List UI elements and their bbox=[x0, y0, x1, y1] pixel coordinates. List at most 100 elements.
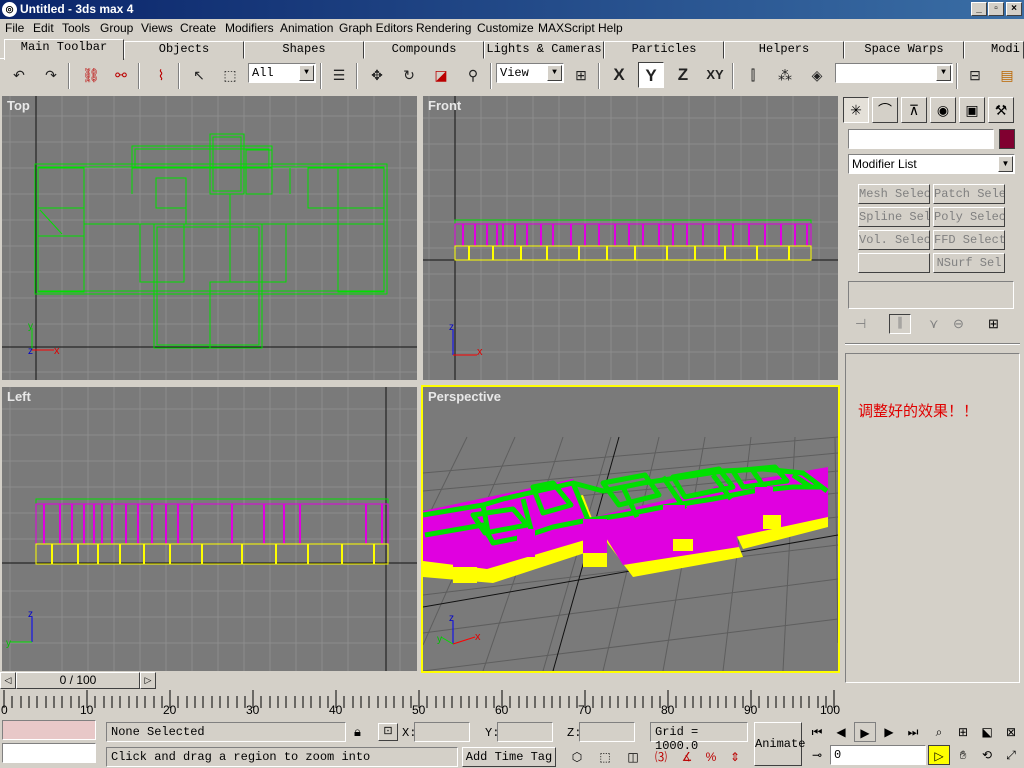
restore-button[interactable]: ▫ bbox=[988, 2, 1004, 16]
close-button[interactable]: × bbox=[1006, 2, 1022, 16]
menu-animation[interactable]: Animation bbox=[280, 21, 333, 35]
pin-stack-icon[interactable]: ⊣ bbox=[855, 316, 866, 332]
schematic-view-icon[interactable]: ▤ bbox=[994, 62, 1020, 88]
configure-modifier-sets-icon[interactable]: ⊞ bbox=[988, 316, 999, 332]
select-and-rotate-icon[interactable]: ↻ bbox=[396, 62, 422, 88]
mirror-icon[interactable]: ⫿ bbox=[740, 62, 766, 88]
tab-main-toolbar[interactable]: Main Toolbar bbox=[4, 39, 124, 60]
go-to-start-icon[interactable]: ⏮︎ bbox=[806, 722, 828, 742]
spinner-snap-icon[interactable]: ⇕ bbox=[724, 747, 746, 767]
time-prev-arrow-icon[interactable]: ◁ bbox=[0, 672, 16, 689]
menu-file[interactable]: File bbox=[5, 21, 24, 35]
unlink-selection-icon[interactable]: ⚯ bbox=[108, 62, 134, 88]
display-panel-icon[interactable]: ▣ bbox=[959, 97, 985, 123]
track-bar[interactable]: 0 10 20 30 40 50 60 70 80 90 100 bbox=[0, 690, 840, 718]
viewport-label-perspective[interactable]: Perspective bbox=[428, 389, 501, 404]
hierarchy-panel-icon[interactable]: ⊼ bbox=[901, 97, 927, 123]
create-panel-icon[interactable]: ✳ bbox=[843, 97, 869, 123]
tab-lights-cameras[interactable]: Lights & Cameras bbox=[484, 41, 604, 59]
patch-select-button[interactable]: Patch Select bbox=[933, 184, 1005, 204]
empty-modifier-button[interactable] bbox=[858, 253, 930, 273]
absolute-relative-toggle-icon[interactable]: ⊡ bbox=[378, 723, 398, 741]
named-selection-dropdown[interactable]: ▼ bbox=[835, 63, 953, 83]
y-coord-field[interactable] bbox=[497, 722, 553, 742]
min-max-toggle-icon[interactable]: ⤢ bbox=[1000, 745, 1022, 765]
zoom-extents-icon[interactable]: ⬕ bbox=[976, 722, 998, 742]
undo-icon[interactable]: ↶ bbox=[6, 62, 32, 88]
viewport-front[interactable]: z x Front bbox=[421, 94, 840, 382]
modifier-list-dropdown[interactable]: Modifier List ▼ bbox=[848, 154, 1015, 174]
utilities-panel-icon[interactable]: ⚒ bbox=[988, 97, 1014, 123]
zoom-extents-all-icon[interactable]: ⊠ bbox=[1000, 722, 1022, 742]
time-next-arrow-icon[interactable]: ▷ bbox=[140, 672, 156, 689]
tab-modifiers[interactable]: Modi bbox=[964, 41, 1024, 59]
array-icon[interactable]: ⁂ bbox=[772, 62, 798, 88]
menu-group[interactable]: Group bbox=[100, 21, 133, 35]
selection-region-icon[interactable]: ⬚ bbox=[217, 62, 243, 88]
menu-customize[interactable]: Customize bbox=[477, 21, 534, 35]
viewport-perspective[interactable]: z y x Perspective bbox=[421, 385, 840, 673]
menu-edit[interactable]: Edit bbox=[33, 21, 54, 35]
viewport-label-front[interactable]: Front bbox=[428, 98, 461, 113]
snaps-toggle-icon[interactable]: ⑶ bbox=[650, 747, 672, 767]
pan-icon[interactable]: ✋︎ bbox=[952, 745, 974, 765]
next-frame-icon[interactable]: ▶ bbox=[878, 722, 900, 742]
minimize-button[interactable]: _ bbox=[971, 2, 987, 16]
restrict-y-button[interactable]: Y bbox=[638, 62, 664, 88]
tab-particles[interactable]: Particles bbox=[604, 41, 724, 59]
make-unique-icon[interactable]: ⋎ bbox=[929, 316, 939, 332]
show-end-result-icon[interactable]: ∥ bbox=[889, 314, 911, 334]
reference-coordinate-dropdown[interactable]: View ▼ bbox=[496, 63, 564, 83]
x-coord-field[interactable] bbox=[414, 722, 470, 742]
viewport-left[interactable]: z y Left bbox=[0, 385, 419, 673]
restrict-x-button[interactable]: X bbox=[606, 62, 632, 88]
object-name-field[interactable] bbox=[848, 129, 994, 149]
app-icon[interactable]: ◎ bbox=[2, 2, 17, 17]
object-color-swatch[interactable] bbox=[999, 129, 1015, 149]
tab-compounds[interactable]: Compounds bbox=[364, 41, 484, 59]
menu-rendering[interactable]: Rendering bbox=[416, 21, 471, 35]
animate-button[interactable]: Animate bbox=[754, 722, 805, 766]
percent-snap-icon[interactable]: % bbox=[700, 747, 722, 767]
viewport-top[interactable]: y z x Top bbox=[0, 94, 419, 382]
z-coord-field[interactable] bbox=[579, 722, 635, 742]
degradation-override-icon[interactable]: ⬚ bbox=[594, 747, 616, 767]
select-and-manipulate-icon[interactable]: ⚲ bbox=[460, 62, 486, 88]
nsurf-sel-button[interactable]: NSurf Sel bbox=[933, 253, 1005, 273]
restrict-z-button[interactable]: Z bbox=[670, 62, 696, 88]
select-and-move-icon[interactable]: ✥ bbox=[364, 62, 390, 88]
zoom-icon[interactable]: ⌕ bbox=[928, 722, 950, 742]
menu-maxscript[interactable]: MAXScript bbox=[538, 21, 595, 35]
select-and-link-icon[interactable]: ⛓ bbox=[78, 62, 104, 88]
modifier-stack-box[interactable] bbox=[848, 281, 1014, 309]
zoom-all-icon[interactable]: ⊞ bbox=[952, 722, 974, 742]
menu-tools[interactable]: Tools bbox=[62, 21, 90, 35]
redo-icon[interactable]: ↷ bbox=[38, 62, 64, 88]
menu-help[interactable]: Help bbox=[598, 21, 623, 35]
add-time-tag-button[interactable]: Add Time Tag bbox=[462, 747, 556, 767]
maxscript-listener-mini[interactable] bbox=[2, 720, 96, 740]
menu-create[interactable]: Create bbox=[180, 21, 216, 35]
go-to-end-icon[interactable]: ⏭︎ bbox=[902, 722, 924, 742]
ffd-select-button[interactable]: FFD Select bbox=[933, 230, 1005, 250]
spline-select-button[interactable]: Spline Select bbox=[858, 207, 930, 227]
viewport-label-top[interactable]: Top bbox=[7, 98, 30, 113]
modify-panel-icon[interactable]: ⌒ bbox=[872, 97, 898, 123]
window-crossing-icon[interactable]: ⬡ bbox=[566, 747, 588, 767]
tab-shapes[interactable]: Shapes bbox=[244, 41, 364, 59]
current-frame-field[interactable]: 0 bbox=[830, 745, 926, 765]
restrict-xy-button[interactable]: XY bbox=[702, 62, 728, 88]
arc-rotate-icon[interactable]: ⟲ bbox=[976, 745, 998, 765]
angle-snap-icon[interactable]: ∡ bbox=[676, 747, 698, 767]
menu-modifiers[interactable]: Modifiers bbox=[225, 21, 274, 35]
vol-select-button[interactable]: Vol. Select bbox=[858, 230, 930, 250]
mesh-select-button[interactable]: Mesh Select bbox=[858, 184, 930, 204]
selection-filter-dropdown[interactable]: All ▼ bbox=[248, 63, 316, 83]
track-view-icon[interactable]: ⊟ bbox=[962, 62, 988, 88]
lock-selection-icon[interactable]: 🔒︎ bbox=[354, 724, 361, 740]
play-animation-icon[interactable]: ▶ bbox=[854, 722, 876, 742]
snap-cube-icon[interactable]: ◫ bbox=[622, 747, 644, 767]
menu-views[interactable]: Views bbox=[141, 21, 173, 35]
viewport-label-left[interactable]: Left bbox=[7, 389, 31, 404]
select-object-icon[interactable]: ↖ bbox=[186, 62, 212, 88]
